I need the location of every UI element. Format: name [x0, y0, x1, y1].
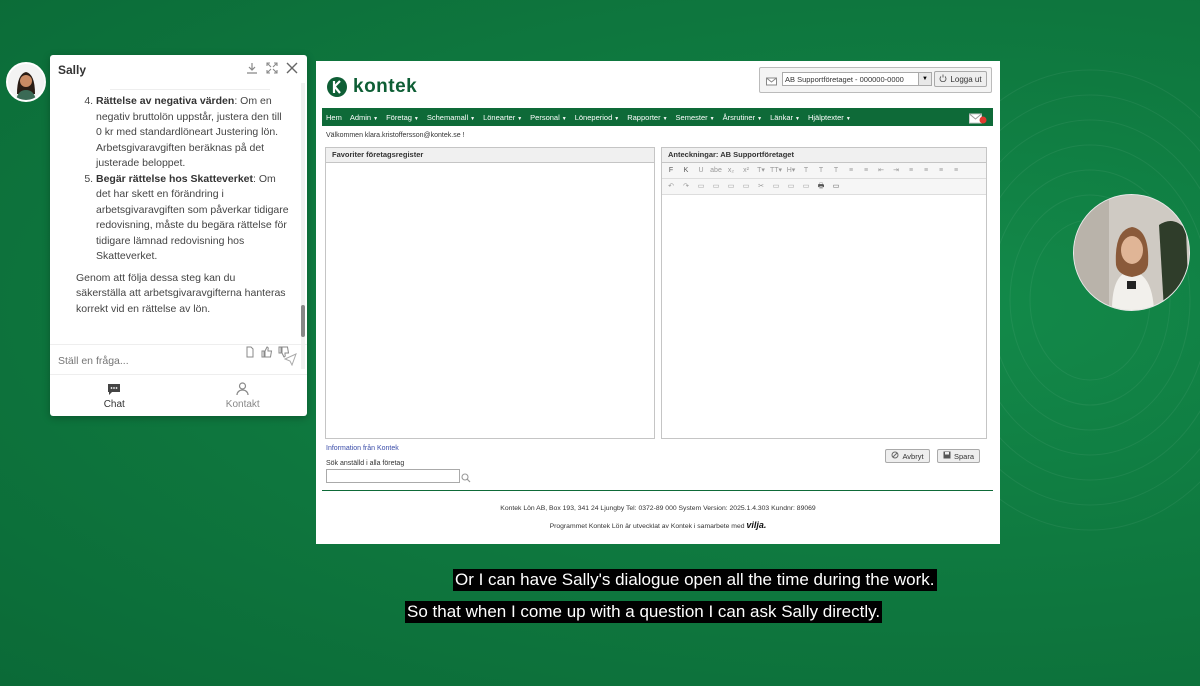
favorites-panel: Favoriter företagsregister [325, 147, 655, 439]
indent-icon[interactable]: ⇥ [890, 165, 902, 176]
list-item: Rättelse av negativa värden: Om en negat… [96, 94, 290, 172]
unlink-icon[interactable]: ▭ [740, 181, 752, 192]
logout-button[interactable]: Logga ut [934, 71, 987, 87]
notes-editor[interactable] [662, 194, 986, 438]
print-icon[interactable]: 🖶 [815, 181, 827, 192]
chat-bubble-icon [107, 383, 121, 399]
main-nav: Hem Admin ▼ Företag ▼ Schemamall ▼ Lönearte… [322, 108, 993, 126]
align-left-icon[interactable]: ≡ [905, 165, 917, 176]
chat-header: Sally [50, 55, 307, 83]
employee-search-input[interactable] [326, 469, 460, 483]
bullet-list-icon[interactable]: ≡ [845, 165, 857, 176]
cancel-icon [891, 451, 899, 461]
send-icon[interactable] [283, 353, 297, 371]
sally-chat-panel: Sally Rättelse av negativa värden: Om en… [50, 55, 307, 416]
nav-item[interactable]: Hjälptexter ▼ [808, 113, 851, 122]
notes-title: Anteckningar: AB Supportföretaget [662, 148, 986, 163]
close-icon[interactable] [285, 61, 299, 75]
company-bar: AB Supportföretaget - 000000-0000 ▼ Logg… [759, 67, 992, 93]
undo-icon[interactable]: ↶ [665, 181, 677, 192]
align-center-icon[interactable]: ≡ [920, 165, 932, 176]
expand-icon[interactable] [265, 61, 279, 75]
nav-item[interactable]: Hem [326, 113, 342, 122]
caption-line-1: Or I can have Sally's dialogue open all … [453, 569, 937, 591]
chat-summary: Genom att följa dessa steg kan du säkers… [76, 271, 286, 315]
redo-icon[interactable]: ↷ [680, 181, 692, 192]
editor-toolbar-2: ↶ ↷ ▭ ▭ ▭ ▭ ✂ ▭ ▭ ▭ 🖶 ▭ [662, 179, 986, 195]
kontek-logo-icon [327, 77, 347, 97]
numbered-list-icon[interactable]: ≡ [860, 165, 872, 176]
chat-title: Sally [58, 63, 87, 77]
tab-chat[interactable]: Chat [50, 375, 179, 417]
chat-input-area [50, 344, 307, 375]
align-justify-icon[interactable]: ≡ [950, 165, 962, 176]
paste-icon[interactable]: ▭ [785, 181, 797, 192]
footer-credit: Programmet Kontek Lön är utvecklat av Ko… [549, 520, 767, 530]
nav-item[interactable]: Schemamall ▼ [427, 113, 475, 122]
cancel-button[interactable]: Avbryt [885, 449, 930, 463]
heading-icon[interactable]: H▾ [785, 165, 797, 176]
nav-item[interactable]: Lönearter ▼ [483, 113, 522, 122]
list-item: Begär rättelse hos Skatteverket: Om det … [96, 172, 290, 265]
text-style-icon[interactable]: T [800, 165, 812, 176]
nav-item[interactable]: Personal ▼ [530, 113, 567, 122]
kontek-logo: kontek [326, 76, 417, 98]
nav-item[interactable]: Länkar ▼ [770, 113, 800, 122]
info-link[interactable]: Information från Kontek [326, 445, 399, 452]
download-icon[interactable] [245, 61, 259, 75]
nav-item[interactable]: Semester ▼ [676, 113, 715, 122]
copy-doc-icon[interactable]: ▭ [770, 181, 782, 192]
tab-kontakt[interactable]: Kontakt [179, 375, 308, 417]
footer-company-info: Kontek Lön AB, Box 193, 341 24 Ljungby T… [500, 505, 816, 512]
italic-icon[interactable]: K [680, 165, 692, 176]
mail-small-icon [766, 74, 777, 92]
chat-scroll-thumb[interactable] [301, 305, 305, 337]
power-icon [939, 74, 947, 84]
text-color-icon[interactable]: T [815, 165, 827, 176]
kontek-window: kontek AB Supportföretaget - 000000-0000… [316, 61, 1000, 544]
mail-notification-icon[interactable] [969, 111, 987, 129]
bold-icon[interactable]: F [665, 165, 677, 176]
welcome-text: Välkommen klara.kristoffersson@kontek.se… [326, 132, 465, 139]
save-button[interactable]: Spara [937, 449, 980, 463]
vilja-logo: vilja. [746, 520, 767, 530]
strikethrough-icon[interactable]: abe [710, 165, 722, 176]
search-icon[interactable] [461, 470, 471, 488]
search-label: Sök anställd i alla företag [326, 460, 405, 467]
font-icon[interactable]: T▾ [755, 165, 767, 176]
nav-item[interactable]: Årsrutiner ▼ [723, 113, 762, 122]
footer-divider [322, 490, 993, 491]
link-icon[interactable]: ▭ [725, 181, 737, 192]
presenter-video [1073, 194, 1190, 311]
chat-tabs: Chat Kontakt [50, 374, 307, 417]
cut-icon[interactable]: ✂ [755, 181, 767, 192]
chevron-down-icon[interactable]: ▼ [918, 72, 932, 86]
nav-item[interactable]: Löneperiod ▼ [575, 113, 620, 122]
favorites-title: Favoriter företagsregister [326, 148, 654, 163]
editor-toolbar-1: F K U abe x₂ x² T▾ TT▾ H▾ T T T ≡ ≡ ⇤ ⇥ … [662, 163, 986, 179]
superscript-icon[interactable]: x² [740, 165, 752, 176]
nav-item[interactable]: Företag ▼ [386, 113, 419, 122]
question-input[interactable] [56, 351, 275, 371]
notes-panel: Anteckningar: AB Supportföretaget F K U … [661, 147, 987, 439]
person-icon [236, 382, 249, 399]
save-icon [943, 451, 951, 461]
source-icon[interactable]: ▭ [830, 181, 842, 192]
outdent-icon[interactable]: ⇤ [875, 165, 887, 176]
company-select[interactable]: AB Supportföretaget - 000000-0000 [782, 72, 930, 86]
align-right-icon[interactable]: ≡ [935, 165, 947, 176]
paste-text-icon[interactable]: ▭ [800, 181, 812, 192]
caption-line-2: So that when I come up with a question I… [405, 601, 883, 623]
sally-avatar [6, 62, 46, 102]
subscript-icon[interactable]: x₂ [725, 165, 737, 176]
table-icon[interactable]: ▭ [695, 181, 707, 192]
nav-item[interactable]: Admin ▼ [350, 113, 378, 122]
presenter-image [1074, 195, 1189, 310]
nav-item[interactable]: Rapporter ▼ [627, 113, 667, 122]
underline-icon[interactable]: U [695, 165, 707, 176]
rule-icon[interactable]: ▭ [710, 181, 722, 192]
chat-message: Rättelse av negativa värden: Om en negat… [50, 83, 300, 369]
clear-format-icon[interactable]: T [830, 165, 842, 176]
font-size-icon[interactable]: TT▾ [770, 165, 782, 176]
